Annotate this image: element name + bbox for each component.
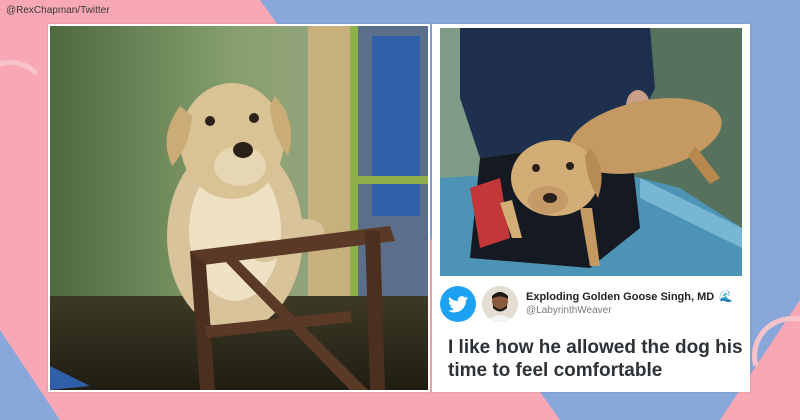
image-credit: @RexChapman/Twitter: [6, 5, 110, 16]
left-photo-card: [48, 24, 430, 392]
display-name-text: Exploding Golden Goose Singh, MD: [526, 291, 715, 303]
dog-in-flood-illustration: [50, 26, 428, 390]
tweet-card: Exploding Golden Goose Singh, MD 🌊 @Laby…: [432, 24, 750, 392]
tweet-display-name[interactable]: Exploding Golden Goose Singh, MD 🌊: [526, 290, 733, 303]
dog-rescue-illustration: [440, 28, 742, 276]
tweet-handle[interactable]: @LabyrinthWeaver: [526, 305, 612, 316]
dog-rescue-boat-photo: [440, 28, 742, 276]
tweet-text: I like how he allowed the dog his time t…: [448, 337, 743, 381]
dog-in-flood-photo: [50, 26, 428, 390]
water-wave-icon: 🌊: [719, 291, 733, 303]
twitter-bird-icon: [440, 286, 476, 322]
decorative-arc: [0, 60, 50, 140]
tweet-header: Exploding Golden Goose Singh, MD 🌊 @Laby…: [440, 286, 742, 326]
avatar[interactable]: [482, 286, 518, 322]
